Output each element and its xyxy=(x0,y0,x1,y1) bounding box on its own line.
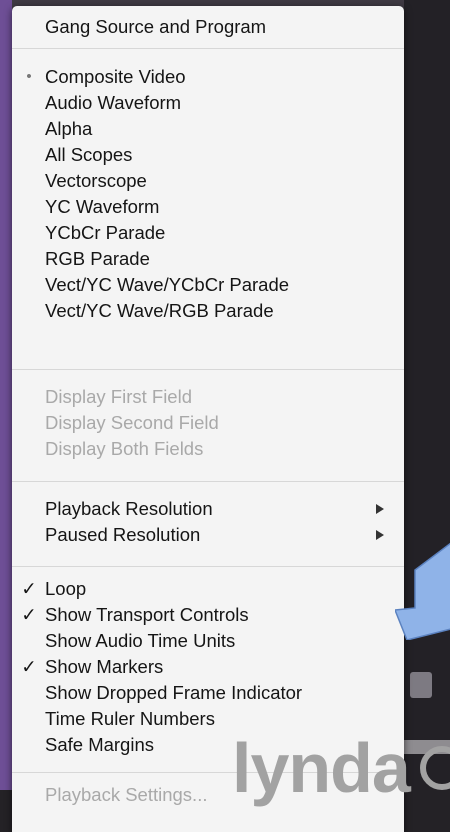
menu-item-show-transport-controls[interactable]: ✓ Show Transport Controls xyxy=(21,602,249,628)
menu-item-rgb-parade[interactable]: RGB Parade xyxy=(45,246,150,272)
menu-item-vect-yc-rgb-parade[interactable]: Vect/YC Wave/RGB Parade xyxy=(45,298,274,324)
checkmark-icon: ✓ xyxy=(21,656,37,677)
menu-item-show-markers[interactable]: ✓ Show Markers xyxy=(21,654,164,680)
menu-item-display-both-fields: Display Both Fields xyxy=(45,436,203,462)
menu-item-yc-waveform[interactable]: YC Waveform xyxy=(45,194,159,220)
menu-item-label: Alpha xyxy=(45,118,93,139)
menu-item-safe-margins[interactable]: Safe Margins xyxy=(45,732,154,758)
menu-item-label: All Scopes xyxy=(45,144,133,165)
checkmark-icon: ✓ xyxy=(21,604,37,625)
radio-bullet-icon: • xyxy=(26,68,32,85)
menu-item-label: Display First Field xyxy=(45,386,192,407)
panel-wrench-icon[interactable] xyxy=(410,672,432,698)
menu-item-label: Gang Source and Program xyxy=(45,16,267,37)
menu-item-composite-video[interactable]: • Composite Video xyxy=(26,64,186,90)
menu-item-playback-settings: Playback Settings... xyxy=(45,782,207,808)
menu-item-label: Paused Resolution xyxy=(45,524,201,545)
menu-item-label: Show Dropped Frame Indicator xyxy=(45,682,303,703)
menu-item-vectorscope[interactable]: Vectorscope xyxy=(45,168,147,194)
monitor-panel-strip xyxy=(404,0,450,832)
menu-item-vect-yc-ycbcr-parade[interactable]: Vect/YC Wave/YCbCr Parade xyxy=(45,272,289,298)
menu-item-label: Playback Settings... xyxy=(45,784,208,805)
menu-item-display-second-field: Display Second Field xyxy=(45,410,219,436)
menu-item-label: Vect/YC Wave/RGB Parade xyxy=(45,300,274,321)
lynda-watermark: lynda xyxy=(232,729,411,807)
menu-item-paused-resolution[interactable]: Paused Resolution xyxy=(45,522,200,548)
menu-item-label: Vectorscope xyxy=(45,170,147,191)
menu-separator xyxy=(12,369,404,370)
submenu-arrow-icon xyxy=(374,522,386,548)
menu-item-audio-waveform[interactable]: Audio Waveform xyxy=(45,90,181,116)
menu-item-label: Display Second Field xyxy=(45,412,219,433)
menu-item-label: Display Both Fields xyxy=(45,438,204,459)
menu-separator xyxy=(12,481,404,482)
menu-item-label: Audio Waveform xyxy=(45,92,182,113)
menu-item-loop[interactable]: ✓ Loop xyxy=(21,576,87,602)
menu-item-all-scopes[interactable]: All Scopes xyxy=(45,142,132,168)
menu-item-label: Time Ruler Numbers xyxy=(45,708,215,729)
menu-item-display-first-field: Display First Field xyxy=(45,384,192,410)
desktop-edge xyxy=(0,0,12,832)
menu-item-label: Safe Margins xyxy=(45,734,154,755)
menu-item-label: Vect/YC Wave/YCbCr Parade xyxy=(45,274,290,295)
menu-item-label: Playback Resolution xyxy=(45,498,213,519)
menu-separator xyxy=(12,566,404,567)
menu-item-label: Show Transport Controls xyxy=(45,604,249,625)
menu-separator xyxy=(12,48,404,49)
menu-item-label: YCbCr Parade xyxy=(45,222,166,243)
menu-item-playback-resolution[interactable]: Playback Resolution xyxy=(45,496,213,522)
callout-arrow-fill xyxy=(395,542,450,640)
menu-item-gang-source-program[interactable]: Gang Source and Program xyxy=(45,14,266,40)
menu-item-time-ruler-numbers[interactable]: Time Ruler Numbers xyxy=(45,706,215,732)
menu-item-ycbcr-parade[interactable]: YCbCr Parade xyxy=(45,220,165,246)
menu-item-alpha[interactable]: Alpha xyxy=(45,116,92,142)
menu-item-label: Composite Video xyxy=(45,66,186,87)
menu-item-label: Show Audio Time Units xyxy=(45,630,236,651)
menu-item-show-dropped-frame-indicator[interactable]: Show Dropped Frame Indicator xyxy=(45,680,302,706)
submenu-arrow-icon xyxy=(374,496,386,522)
menu-item-label: RGB Parade xyxy=(45,248,150,269)
monitor-panel-menu: Gang Source and Program • Composite Vide… xyxy=(12,6,404,832)
checkmark-icon: ✓ xyxy=(21,578,37,599)
menu-item-label: YC Waveform xyxy=(45,196,160,217)
menu-item-label: Show Markers xyxy=(45,656,164,677)
menu-item-show-audio-time-units[interactable]: Show Audio Time Units xyxy=(45,628,235,654)
callout-arrow-shape xyxy=(395,542,450,640)
menu-item-label: Loop xyxy=(45,578,87,599)
